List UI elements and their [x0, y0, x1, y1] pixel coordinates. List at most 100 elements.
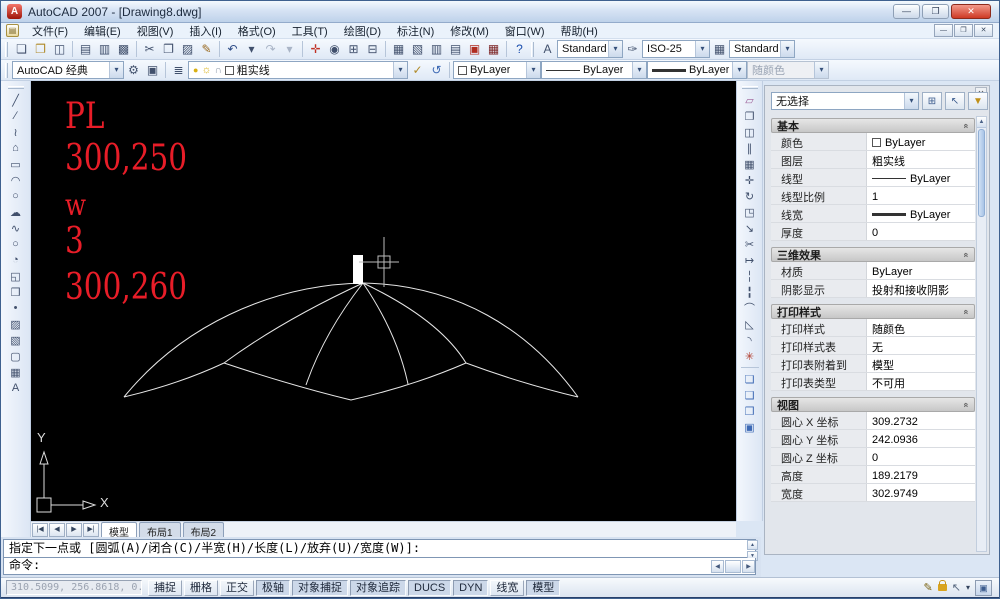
open-button[interactable]: ❐	[31, 40, 50, 58]
status-toggle-5[interactable]: 对象追踪	[350, 580, 406, 596]
line-button[interactable]: ╱	[6, 92, 26, 108]
undo-button[interactable]: ↶	[223, 40, 242, 58]
status-toggle-0[interactable]: 捕捉	[148, 580, 182, 596]
tab-next-button[interactable]: ▶	[66, 523, 82, 537]
command-hscrollbar[interactable]: ◀ ▶	[711, 560, 755, 573]
spline-button[interactable]: ∿	[6, 220, 26, 236]
menu-item-10[interactable]: 帮助(H)	[553, 22, 606, 40]
collapse-chevron-icon[interactable]: «	[961, 123, 971, 128]
menu-item-8[interactable]: 修改(M)	[442, 22, 497, 40]
help-button[interactable]: ?	[510, 40, 529, 58]
copy-clip-button[interactable]: ❐	[159, 40, 178, 58]
make-block-button[interactable]: ❒	[6, 284, 26, 300]
break-at-point-button[interactable]: ╎	[740, 268, 760, 284]
cut-button[interactable]: ✂	[140, 40, 159, 58]
toggle-pickadd-button[interactable]: ⊞	[922, 92, 942, 110]
property-value[interactable]: 1	[867, 187, 975, 204]
chevron-down-icon[interactable]: ▾	[109, 62, 123, 78]
scroll-up-icon[interactable]: ▲	[977, 117, 986, 128]
bring-above-button[interactable]: ❒	[740, 403, 760, 419]
menu-item-9[interactable]: 窗口(W)	[497, 22, 553, 40]
circle-button[interactable]: ○	[6, 188, 26, 204]
minimize-button[interactable]: —	[893, 4, 920, 19]
zoom-realtime-button[interactable]: ◉	[325, 40, 344, 58]
property-value[interactable]: 模型	[867, 355, 975, 372]
pan-button[interactable]: ✛	[306, 40, 325, 58]
property-value[interactable]: 309.2732	[867, 412, 975, 429]
status-toggle-3[interactable]: 极轴	[256, 580, 290, 596]
copy-button[interactable]: ❐	[740, 108, 760, 124]
match-properties-button[interactable]: ✎	[197, 40, 216, 58]
scrollbar-thumb[interactable]	[978, 129, 985, 217]
ellipse-arc-button[interactable]: ◔	[6, 252, 26, 268]
fillet-button[interactable]: ◝	[740, 332, 760, 348]
workspace-combo[interactable]: AutoCAD 经典 ▾	[12, 61, 124, 79]
revision-cloud-button[interactable]: ☁	[6, 204, 26, 220]
chevron-down-icon[interactable]: ▾	[526, 62, 540, 78]
toolbar-grip[interactable]	[531, 42, 534, 57]
layer-combo[interactable]: ● ☼ ∩ 粗实线 ▾	[188, 61, 408, 79]
property-value[interactable]: ByLayer	[867, 262, 975, 279]
chevron-down-icon[interactable]: ▾	[695, 41, 709, 57]
menu-item-0[interactable]: 文件(F)	[24, 22, 76, 40]
lineweight-combo[interactable]: ByLayer ▾	[647, 61, 747, 79]
selection-combo[interactable]: 无选择 ▾	[771, 92, 919, 110]
quick-select-button[interactable]: ▼	[968, 92, 988, 110]
property-value[interactable]: ByLayer	[867, 169, 975, 186]
property-value[interactable]: 302.9749	[867, 484, 975, 501]
tab-last-button[interactable]: ▶|	[83, 523, 99, 537]
mdi-restore-button[interactable]: ❐	[954, 24, 973, 37]
property-value[interactable]: 粗实线	[867, 151, 975, 168]
menu-item-6[interactable]: 绘图(D)	[336, 22, 389, 40]
linetype-combo[interactable]: ByLayer ▾	[541, 61, 647, 79]
make-object-layer-current-button[interactable]: ✓	[408, 61, 427, 79]
tab-first-button[interactable]: |◀	[32, 523, 48, 537]
point-button[interactable]: •	[6, 300, 26, 316]
zoom-previous-button[interactable]: ⊟	[363, 40, 382, 58]
tray-menu-chevron-icon[interactable]: ▾	[966, 583, 970, 592]
toolbar-grip[interactable]	[8, 86, 24, 89]
stretch-button[interactable]: ↘	[740, 220, 760, 236]
undo-dropdown[interactable]: ▾	[242, 40, 261, 58]
text-style-combo[interactable]: Standard ▾	[557, 40, 623, 58]
sheet-set-manager-button[interactable]: ▦	[389, 40, 408, 58]
region-button[interactable]: ▢	[6, 348, 26, 364]
array-button[interactable]: ▦	[740, 156, 760, 172]
dim-style-combo[interactable]: ISO-25 ▾	[642, 40, 710, 58]
chevron-down-icon[interactable]: ▾	[780, 41, 794, 57]
palette-section-header-2[interactable]: 打印样式«	[771, 304, 975, 319]
tool-palettes-button[interactable]: ▤	[446, 40, 465, 58]
chevron-down-icon[interactable]: ▾	[632, 62, 646, 78]
construction-line-button[interactable]: ∕	[6, 108, 26, 124]
chevron-down-icon[interactable]: ▾	[732, 62, 746, 78]
layer-previous-button[interactable]: ↺	[427, 61, 446, 79]
ellipse-button[interactable]: ○	[6, 236, 26, 252]
polygon-button[interactable]: ⌂	[6, 140, 26, 156]
rotate-button[interactable]: ↻	[740, 188, 760, 204]
menu-item-4[interactable]: 格式(O)	[230, 22, 284, 40]
join-button[interactable]: ⌒	[740, 300, 760, 316]
color-combo[interactable]: ByLayer ▾	[453, 61, 541, 79]
tray-cursor-icon[interactable]: ↖	[952, 581, 961, 594]
table-style-combo[interactable]: Standard ▾	[729, 40, 795, 58]
chevron-down-icon[interactable]: ▾	[393, 62, 407, 78]
mirror-button[interactable]: ◫	[740, 124, 760, 140]
property-value[interactable]: 无	[867, 337, 975, 354]
layout-tab-2[interactable]: 布局2	[183, 522, 225, 537]
property-value[interactable]: 投射和接收阴影	[867, 280, 975, 297]
layer-color-swatch[interactable]	[225, 66, 234, 75]
extend-button[interactable]: ↦	[740, 252, 760, 268]
zoom-window-button[interactable]: ⊞	[344, 40, 363, 58]
plot-preview-button[interactable]: ▥	[95, 40, 114, 58]
layer-on-icon[interactable]: ●	[193, 65, 198, 75]
property-value[interactable]: 随颜色	[867, 319, 975, 336]
scroll-right-icon[interactable]: ▶	[742, 560, 755, 573]
markup-set-manager-button[interactable]: ▣	[465, 40, 484, 58]
save-button[interactable]: ◫	[50, 40, 69, 58]
offset-button[interactable]: ∥	[740, 140, 760, 156]
command-scrollbar[interactable]: ▲ ▼	[747, 540, 758, 557]
status-toggle-1[interactable]: 栅格	[184, 580, 218, 596]
palette-section-header-3[interactable]: 视图«	[771, 397, 975, 412]
property-value[interactable]: 242.0936	[867, 430, 975, 447]
palette-section-header-1[interactable]: 三维效果«	[771, 247, 975, 262]
